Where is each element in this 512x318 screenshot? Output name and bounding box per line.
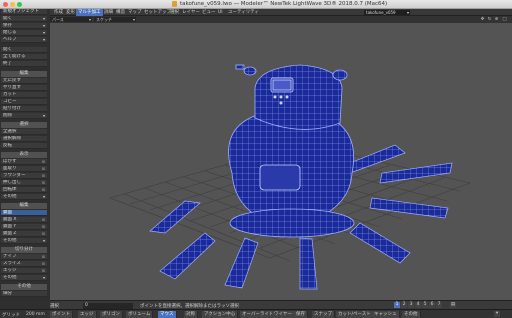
toolbar-cut-item[interactable]: ナイフ	[1, 254, 47, 260]
toolbar-edit-item[interactable]: 貼り付け	[1, 106, 47, 112]
left-toolbar: 新規オブジェクト 開く 保存 閉じる ヘルプ 開く 全て開ける 終了 編集 元に…	[0, 9, 50, 309]
toolbar-edit2-item[interactable]: 鏡面 X	[1, 217, 47, 223]
toolbar-edit-item[interactable]: 元に戻す	[1, 78, 47, 84]
layers-panel-icon[interactable]: ▤	[450, 302, 456, 308]
section-header-edit2: 編集	[1, 203, 47, 209]
toolbar-edit-item[interactable]: やり直す	[1, 85, 47, 91]
tab-layer[interactable]: レイヤー	[180, 9, 202, 16]
toolbar-select-item[interactable]: 反転	[1, 143, 47, 149]
mode-action-center[interactable]: アクション中心	[202, 311, 239, 318]
expand-icon[interactable]: ▾	[494, 311, 500, 317]
toolbar-edit2-item[interactable]: 鏡面	[1, 210, 47, 216]
tab-utility[interactable]: ユーティリティ	[226, 9, 261, 16]
tab-multiply[interactable]: マルチ加工	[76, 9, 103, 16]
mode-points[interactable]: ポイント	[50, 311, 73, 318]
mode-snap[interactable]: スナップ	[312, 311, 335, 318]
section-header-cut: 切り分け	[1, 247, 47, 253]
viewport-maximize-icon[interactable]: □	[502, 17, 507, 22]
viewport-canvas	[109, 64, 472, 290]
mode-cache[interactable]: キャッシュ	[372, 311, 400, 318]
object-file-dropdown[interactable]: takofune_v059	[364, 10, 410, 15]
toolbar-cut-item[interactable]: エッジ	[1, 268, 47, 274]
section-header-edit: 編集	[1, 71, 47, 77]
layer-button[interactable]: 4	[415, 302, 421, 308]
toolbar-edit2-item[interactable]: 鏡面 Z	[1, 231, 47, 237]
mode-cut-paste[interactable]: カット/ペースト	[336, 311, 374, 318]
toolbar-cut-item[interactable]: スライス	[1, 261, 47, 267]
toolbar-view-item[interactable]: その他	[1, 194, 47, 200]
viewport-rotate-icon[interactable]: ↻	[487, 17, 492, 22]
toolbar-select-item[interactable]: 選択解除	[1, 136, 47, 142]
toolbar-edit2-item[interactable]: その他	[1, 238, 47, 244]
layer-button[interactable]: 7	[436, 302, 442, 308]
mode-wire[interactable]: ワイヤー	[272, 311, 295, 318]
toolbar-file-item[interactable]: 新規オブジェクト	[1, 9, 47, 15]
grid-label: グリッド	[2, 313, 20, 318]
layer-button[interactable]: 1	[394, 302, 400, 308]
window-title: takofune_v059.lwo — Modeler™ NewTek Ligh…	[180, 1, 388, 7]
tab-bar: 作成 変形 マルチ加工 詳細 構造 マップ セットアップ 選択 レイヤー ビュー…	[50, 9, 512, 16]
mode-override[interactable]: オーバーライド	[240, 311, 277, 318]
toolbar-file-item[interactable]: 開く	[1, 16, 47, 22]
toolbar-view-item[interactable]: ぼかす	[1, 159, 47, 165]
toolbar-cut-item[interactable]: その他	[1, 275, 47, 281]
shading-mode-dropdown[interactable]: スケッチ	[94, 17, 136, 22]
mode-polygons[interactable]: ポリゴン	[100, 311, 123, 318]
section-header-view: 表示	[1, 152, 47, 158]
tab-map[interactable]: マップ	[126, 9, 144, 16]
toolbar-view-item[interactable]: 押し出し	[1, 180, 47, 186]
minimize-window-button[interactable]	[10, 2, 15, 7]
tab-view[interactable]: ビュー	[200, 9, 218, 16]
toolbar-view-item[interactable]: 面取り	[1, 166, 47, 172]
layer-button[interactable]: 5	[422, 302, 428, 308]
toolbar-select-item[interactable]: 全選択	[1, 129, 47, 135]
section-header-select: 選択	[1, 122, 47, 128]
layer-button[interactable]: 2	[401, 302, 407, 308]
toolbar-view-item[interactable]: 回転体	[1, 187, 47, 193]
grid-value: 200 mm	[26, 312, 45, 317]
toolbar-file-item[interactable]: 閉じる	[1, 30, 47, 36]
toolbar-misc2-item[interactable]: 細分	[1, 291, 47, 297]
selection-count: 0	[83, 302, 133, 309]
perspective-viewport[interactable]	[50, 23, 512, 300]
toolbar-edit2-item[interactable]: 鏡面 Y	[1, 224, 47, 230]
info-bar: 選択 0 ポイントを直接選択。選択解除またはラッソ選択 1 2 3 4 5 6 …	[50, 300, 512, 309]
layer-button[interactable]: 3	[408, 302, 414, 308]
viewport-zoom-icon[interactable]: ⊕	[494, 17, 499, 22]
mode-bar: グリッド 200 mm ポイント エッジ ポリゴン ボリューム マウス 対称 ア…	[0, 309, 512, 318]
toolbar-misc-item[interactable]: 終了	[1, 61, 47, 67]
view-mode-dropdown[interactable]: パース	[50, 17, 92, 22]
viewport-header: パース スケッチ ✥ ↻ ⊕ □	[50, 16, 512, 23]
close-window-button[interactable]	[3, 2, 8, 7]
toolbar-misc-item[interactable]: 開く	[1, 47, 47, 53]
section-header-misc: その他	[1, 284, 47, 290]
toolbar-view-item[interactable]: ラウンダー	[1, 173, 47, 179]
zoom-window-button[interactable]	[17, 2, 22, 7]
toolbar-file-item[interactable]: ヘルプ	[1, 37, 47, 43]
viewport-move-icon[interactable]: ✥	[480, 17, 485, 22]
toolbar-file-item[interactable]: 保存	[1, 23, 47, 29]
toolbar-edit-item[interactable]: コピー	[1, 99, 47, 105]
mode-edges[interactable]: エッジ	[78, 311, 97, 318]
title-bar: takofune_v059.lwo — Modeler™ NewTek Ligh…	[0, 0, 512, 9]
mode-mouse[interactable]: マウス	[158, 311, 177, 318]
toolbar-edit-item[interactable]: 削除	[1, 113, 47, 119]
mode-save[interactable]: 保存	[294, 311, 308, 318]
layer-button[interactable]: 6	[429, 302, 435, 308]
mode-volume[interactable]: ボリューム	[126, 311, 154, 318]
tab-ui[interactable]: UI	[216, 9, 225, 16]
document-icon	[172, 1, 177, 7]
toolbar-edit-item[interactable]: カット	[1, 92, 47, 98]
toolbar-misc-item[interactable]: 全て開ける	[1, 54, 47, 60]
mode-other[interactable]: その他	[402, 311, 421, 318]
mode-symmetry[interactable]: 対称	[184, 311, 198, 318]
